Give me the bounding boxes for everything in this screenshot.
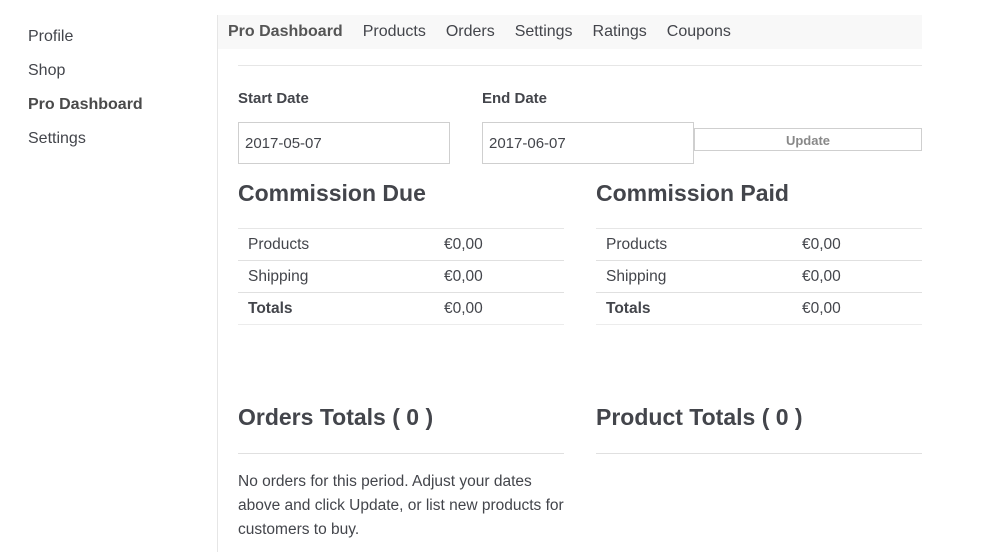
sidebar-item-settings[interactable]: Settings (28, 122, 198, 156)
sidebar-nav: Profile Shop Pro Dashboard Settings (28, 20, 198, 156)
row-label: Products (238, 228, 444, 261)
sidebar-item-pro-dashboard[interactable]: Pro Dashboard (28, 88, 198, 122)
product-totals-title: Product Totals ( 0 ) (596, 404, 803, 430)
row-label: Products (596, 228, 802, 261)
row-value: €0,00 (444, 260, 564, 293)
row-value: €0,00 (802, 228, 922, 261)
orders-divider (238, 453, 564, 454)
table-row: Products €0,00 (238, 228, 564, 261)
row-value: €0,00 (802, 292, 922, 325)
start-date-input[interactable] (238, 122, 450, 164)
sidebar-item-shop[interactable]: Shop (28, 54, 198, 88)
orders-empty-message: No orders for this period. Adjust your d… (238, 473, 564, 538)
sidebar-divider (217, 15, 218, 552)
product-divider (596, 453, 922, 454)
tab-ratings[interactable]: Ratings (593, 23, 647, 41)
end-date-input[interactable] (482, 122, 694, 164)
table-row: Products €0,00 (596, 228, 922, 261)
end-date-label: End Date (482, 90, 548, 107)
commission-paid-title: Commission Paid (596, 180, 789, 206)
row-value: €0,00 (802, 260, 922, 293)
tabs-divider (238, 65, 922, 66)
row-value: €0,00 (444, 228, 564, 261)
update-button[interactable]: Update (694, 128, 922, 151)
row-label: Shipping (596, 260, 802, 293)
table-row: Totals €0,00 (238, 292, 564, 325)
sidebar-item-profile[interactable]: Profile (28, 20, 198, 54)
dashboard-tabs: Pro Dashboard Products Orders Settings R… (218, 15, 922, 49)
tab-orders[interactable]: Orders (446, 23, 495, 41)
tab-products[interactable]: Products (363, 23, 426, 41)
table-row: Shipping €0,00 (238, 260, 564, 293)
commission-due-table: Products €0,00 Shipping €0,00 Totals €0,… (238, 228, 564, 325)
tab-pro-dashboard[interactable]: Pro Dashboard (228, 23, 343, 41)
commission-due-title: Commission Due (238, 180, 426, 206)
orders-totals-title: Orders Totals ( 0 ) (238, 404, 434, 430)
tab-coupons[interactable]: Coupons (667, 23, 731, 41)
table-row: Totals €0,00 (596, 292, 922, 325)
tab-settings[interactable]: Settings (515, 23, 573, 41)
commission-paid-table: Products €0,00 Shipping €0,00 Totals €0,… (596, 228, 922, 325)
start-date-label: Start Date (238, 90, 309, 107)
row-label: Totals (238, 292, 444, 325)
row-label: Shipping (238, 260, 444, 293)
row-value: €0,00 (444, 292, 564, 325)
row-label: Totals (596, 292, 802, 325)
table-row: Shipping €0,00 (596, 260, 922, 293)
